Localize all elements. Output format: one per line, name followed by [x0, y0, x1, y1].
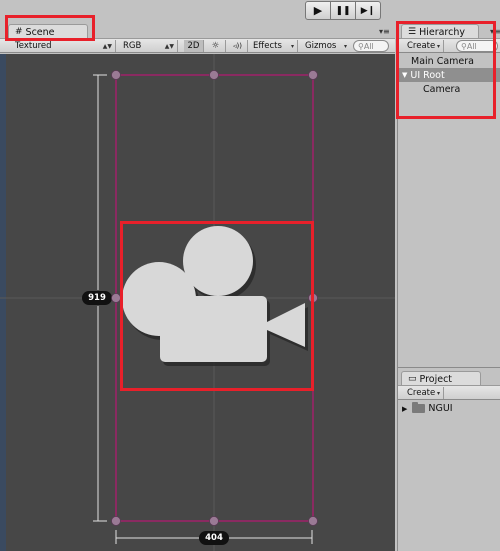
gizmos-dropdown[interactable]: Gizmos ▾: [302, 40, 350, 52]
chevron-down-icon: ▾: [290, 42, 294, 50]
hierarchy-search-placeholder: All: [466, 41, 477, 51]
hierarchy-create-dropdown[interactable]: Create ▾: [404, 40, 444, 52]
play-button[interactable]: ▶: [305, 1, 331, 20]
handle-bottom-right: [308, 516, 318, 526]
audio-toggle[interactable]: ◃)): [228, 40, 248, 52]
camera-icon: [122, 226, 308, 366]
step-icon: ▶❙: [360, 5, 376, 16]
hierarchy-item-main-camera[interactable]: Main Camera: [398, 54, 500, 68]
hierarchy-toolbar: Create ▾ ⚲ All: [398, 38, 500, 53]
scene-search-input[interactable]: ⚲ All: [353, 40, 389, 52]
top-toolbar: ▶ ❚❚ ▶❙: [0, 0, 500, 24]
scene-search-placeholder: All: [363, 41, 374, 51]
chevron-down-icon: ▾: [436, 389, 440, 397]
play-controls: ▶ ❚❚ ▶❙: [305, 1, 381, 20]
hierarchy-item-label: Main Camera: [411, 55, 474, 67]
panel-menu-icon[interactable]: ▾≡: [490, 27, 500, 36]
2d-toggle[interactable]: 2D: [184, 40, 204, 52]
tab-project-label: Project: [419, 373, 453, 385]
pause-icon: ❚❚: [335, 5, 351, 16]
handle-left: [111, 293, 121, 303]
panel-menu-icon[interactable]: ▾≡: [379, 27, 390, 36]
expand-arrow-icon[interactable]: ▼: [402, 71, 407, 79]
project-toolbar: Create ▾: [398, 385, 500, 400]
project-create-dropdown[interactable]: Create ▾: [404, 387, 444, 399]
list-icon: ☰: [408, 27, 417, 37]
chevron-down-icon: ▾: [343, 42, 347, 50]
project-panel: ▭ Project Create ▾ ▶ NGUI: [397, 367, 500, 551]
height-label: 919: [88, 293, 106, 303]
tab-scene-label: Scene: [25, 26, 55, 38]
width-label: 404: [205, 533, 223, 543]
tab-project[interactable]: ▭ Project: [401, 371, 481, 386]
scene-panel: # Scene ▾≡ Textured ▲▼ RGB ▲▼ 2D ☼ ◃)) Eff…: [0, 24, 395, 551]
sun-icon: ☼: [211, 41, 220, 51]
handle-top-right: [308, 70, 318, 80]
scene-toolbar: Textured ▲▼ RGB ▲▼ 2D ☼ ◃)) Effects ▾ Gizmo…: [0, 38, 395, 53]
pause-button[interactable]: ❚❚: [330, 1, 356, 20]
render-mode-value: RGB: [123, 41, 142, 51]
shading-mode-dropdown[interactable]: Textured ▲▼: [12, 40, 116, 52]
handle-top-left: [111, 70, 121, 80]
play-icon: ▶: [313, 4, 323, 17]
handle-bottom-left: [111, 516, 121, 526]
chevron-down-icon: ▾: [436, 42, 440, 50]
scene-viewport[interactable]: 919 404: [0, 54, 395, 551]
tab-hierarchy-label: Hierarchy: [419, 26, 465, 38]
hierarchy-item-ui-root[interactable]: ▼ UI Root: [398, 68, 500, 82]
hierarchy-tree: Main Camera ▼ UI Root Camera: [398, 54, 500, 96]
speaker-icon: ◃)): [233, 42, 242, 50]
effects-label: Effects: [253, 41, 282, 51]
project-item-ngui[interactable]: ▶ NGUI: [402, 402, 453, 414]
create-label: Create: [407, 41, 436, 51]
step-button[interactable]: ▶❙: [355, 1, 381, 20]
handle-right: [308, 293, 318, 303]
gizmos-label: Gizmos: [305, 41, 337, 51]
hierarchy-search-input[interactable]: ⚲ All: [456, 40, 498, 52]
scene-icon: #: [15, 27, 23, 37]
tab-scene[interactable]: # Scene: [8, 24, 88, 39]
lighting-toggle[interactable]: ☼: [206, 40, 226, 52]
hierarchy-panel: ☰ Hierarchy ▾≡ Create ▾ ⚲ All Main Camera …: [397, 24, 500, 367]
folder-icon: [412, 402, 426, 413]
hierarchy-item-label: Camera: [423, 83, 461, 95]
chevron-down-icon: ▲▼: [164, 42, 174, 50]
chevron-down-icon: ▲▼: [102, 42, 112, 50]
effects-dropdown[interactable]: Effects ▾: [250, 40, 298, 52]
scene-canvas: [0, 54, 395, 551]
hierarchy-item-camera[interactable]: Camera: [398, 82, 500, 96]
handle-top: [209, 70, 219, 80]
expand-arrow-icon[interactable]: ▶: [402, 405, 407, 413]
tab-hierarchy[interactable]: ☰ Hierarchy: [401, 24, 479, 39]
hierarchy-item-label: UI Root: [410, 69, 445, 81]
create-label: Create: [407, 388, 436, 398]
render-mode-dropdown[interactable]: RGB ▲▼: [120, 40, 178, 52]
folder-tab-icon: ▭: [408, 374, 417, 384]
shading-mode-value: Textured: [15, 41, 52, 51]
project-item-label: NGUI: [428, 403, 453, 414]
2d-toggle-label: 2D: [187, 41, 200, 51]
viewport-left-strip: [0, 54, 6, 551]
handle-bottom: [209, 516, 219, 526]
